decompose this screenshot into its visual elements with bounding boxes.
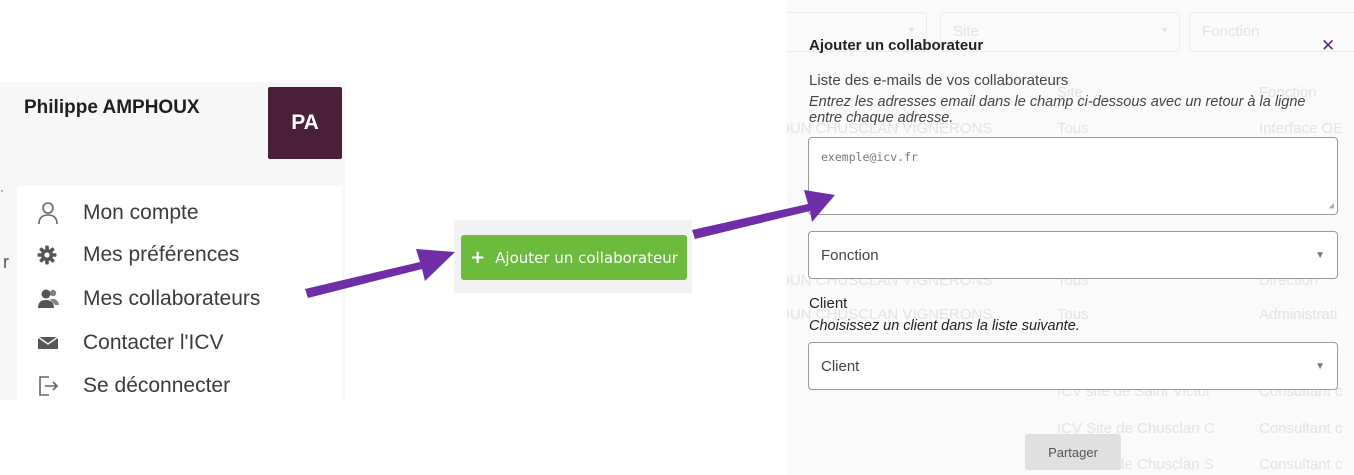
bg-cell: Consultant c	[1259, 456, 1343, 473]
close-icon[interactable]: ✕	[1321, 36, 1335, 56]
chevron-down-icon: ▼	[1315, 360, 1325, 372]
menu-item-label: Mes collaborateurs	[83, 287, 261, 310]
edge-mark: ·	[0, 183, 4, 197]
emails-label: Liste des e-mails de vos collaborateurs	[809, 72, 1069, 89]
menu-item-label: Mes préférences	[83, 243, 240, 266]
client-select-value: Client	[821, 357, 860, 375]
user-menu-list: Mon compte Mes préférences Mes collabora…	[17, 186, 342, 400]
emails-textarea[interactable]: exemple@icv.fr ◢	[808, 137, 1338, 215]
client-hint: Choisissez un client dans la liste suiva…	[809, 318, 1080, 334]
menu-item-se-deconnecter[interactable]: Se déconnecter	[37, 371, 230, 401]
emails-placeholder: exemple@icv.fr	[821, 150, 918, 164]
menu-item-label: Contacter l'ICV	[83, 331, 224, 354]
bg-cell: Consultant c	[1259, 420, 1343, 437]
share-button[interactable]: Partager	[1025, 434, 1121, 470]
modal-title: Ajouter un collaborateur	[809, 37, 984, 54]
emails-hint: Entrez les adresses email dans le champ …	[809, 94, 1306, 126]
edge-text-fragment: r	[3, 252, 9, 272]
menu-item-label: Se déconnecter	[83, 374, 231, 397]
function-select[interactable]: Fonction ▼	[808, 231, 1338, 279]
users-icon	[37, 287, 67, 311]
logout-icon	[37, 374, 67, 398]
envelope-icon	[37, 331, 67, 355]
resize-grip-icon[interactable]: ◢	[1329, 201, 1334, 211]
avatar[interactable]: PA	[268, 87, 342, 159]
gear-icon	[37, 243, 67, 267]
user-icon	[37, 201, 67, 225]
client-select[interactable]: Client ▼	[808, 342, 1338, 390]
user-name: Philippe AMPHOUX	[24, 97, 200, 118]
menu-item-contacter-icv[interactable]: Contacter l'ICV	[37, 328, 224, 358]
menu-item-mes-collaborateurs[interactable]: Mes collaborateurs	[37, 284, 260, 314]
menu-item-label: Mon compte	[83, 201, 199, 224]
function-select-value: Fonction	[821, 246, 879, 264]
add-collaborator-button[interactable]: + Ajouter un collaborateur	[461, 235, 687, 280]
add-collaborator-label: Ajouter un collaborateur	[495, 248, 678, 267]
menu-item-mon-compte[interactable]: Mon compte	[37, 198, 199, 228]
chevron-down-icon: ▼	[1315, 249, 1325, 261]
client-label: Client	[809, 295, 848, 312]
plus-icon: +	[470, 247, 486, 268]
menu-item-mes-preferences[interactable]: Mes préférences	[37, 240, 239, 270]
